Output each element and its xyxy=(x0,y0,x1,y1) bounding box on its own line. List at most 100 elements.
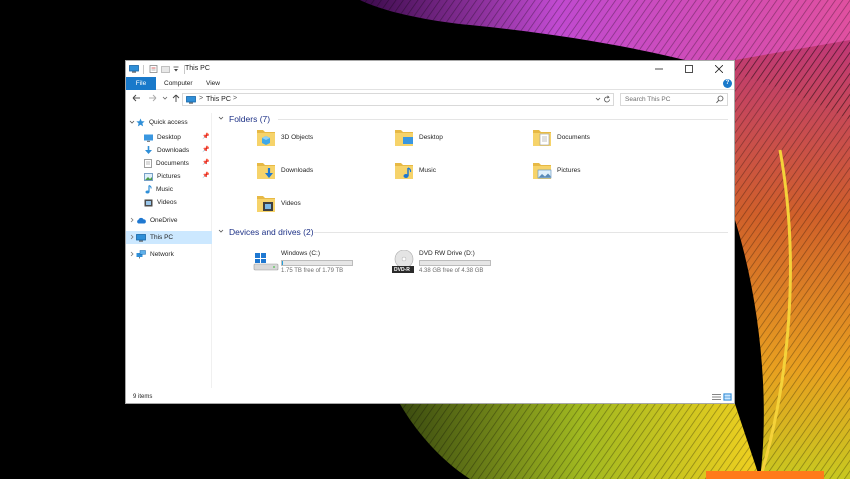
window-title: This PC xyxy=(185,65,210,72)
new-folder-icon[interactable] xyxy=(161,65,170,73)
large-icons-view-icon xyxy=(723,393,732,401)
sidebar-item-music[interactable]: Music xyxy=(144,183,173,196)
pictures-icon xyxy=(144,172,153,181)
drives-group-label: Devices and drives (2) xyxy=(229,227,314,237)
help-button[interactable]: ? xyxy=(723,79,732,88)
folder-desktop[interactable]: Desktop xyxy=(394,126,443,148)
folder-videos[interactable]: Videos xyxy=(256,192,301,214)
pin-icon: 📌 xyxy=(202,160,210,166)
chevron-down-icon xyxy=(162,96,168,100)
forward-arrow-icon xyxy=(148,94,156,102)
breadcrumb-separator[interactable]: > xyxy=(199,95,203,102)
up-button[interactable] xyxy=(171,94,181,104)
sidebar-item-label: Documents xyxy=(156,160,189,167)
maximize-icon xyxy=(685,65,693,73)
file-explorer-window: This PC File Computer View ? > This PC >… xyxy=(125,60,735,404)
sidebar-item-this-pc[interactable]: This PC xyxy=(126,231,212,244)
close-button[interactable] xyxy=(704,61,734,77)
group-divider xyxy=(314,232,728,233)
chevron-right-icon[interactable] xyxy=(128,251,136,259)
folder-label: Videos xyxy=(281,199,301,207)
drive-name: DVD RW Drive (D:) xyxy=(419,250,475,257)
tab-view[interactable]: View xyxy=(198,77,228,90)
sidebar-item-network[interactable]: Network xyxy=(128,248,174,261)
windows-drive-icon xyxy=(253,253,279,271)
drive-free-space: 1.75 TB free of 1.79 TB xyxy=(281,268,344,274)
sidebar-item-quick-access[interactable]: Quick access xyxy=(128,116,188,129)
details-view-icon xyxy=(712,394,721,400)
drive-free-space: 4.38 GB free of 4.38 GB xyxy=(419,268,484,274)
details-view-button[interactable] xyxy=(712,393,721,401)
folder-downloads[interactable]: Downloads xyxy=(256,159,313,181)
chevron-down-icon[interactable] xyxy=(128,119,136,127)
sidebar-item-label: Music xyxy=(156,186,173,193)
back-button[interactable] xyxy=(131,94,141,104)
recent-locations-button[interactable] xyxy=(160,94,170,104)
large-icons-view-button[interactable] xyxy=(723,393,732,401)
search-box[interactable]: Search This PC xyxy=(620,93,728,106)
folder-documents[interactable]: Documents xyxy=(532,126,590,148)
folders-group-header[interactable]: Folders (7) xyxy=(218,113,270,125)
drive-windows-c[interactable]: Windows (C:) 1.75 TB free of 1.79 TB xyxy=(253,250,363,276)
address-dropdown-button[interactable] xyxy=(595,95,601,105)
drive-usage-bar xyxy=(281,260,353,266)
tab-file[interactable]: File xyxy=(126,77,156,90)
drive-name: Windows (C:) xyxy=(281,250,321,257)
sidebar-item-label: Network xyxy=(150,251,174,258)
sidebar-item-documents[interactable]: Documents xyxy=(144,157,189,170)
minimize-button[interactable] xyxy=(644,61,674,77)
minimize-icon xyxy=(655,68,663,70)
breadcrumb-this-pc[interactable]: This PC xyxy=(206,96,231,103)
search-icon[interactable] xyxy=(716,95,724,106)
folder-pictures[interactable]: Pictures xyxy=(532,159,580,181)
drive-usage-fill xyxy=(282,261,284,265)
maximize-button[interactable] xyxy=(674,61,704,77)
chevron-down-icon[interactable] xyxy=(218,115,224,123)
sidebar-item-pictures[interactable]: Pictures xyxy=(144,170,180,183)
chevron-right-icon[interactable] xyxy=(128,217,136,225)
this-pc-icon xyxy=(186,96,196,106)
address-bar[interactable]: > This PC > xyxy=(182,93,614,106)
sidebar-item-desktop[interactable]: Desktop xyxy=(144,131,181,144)
music-folder-icon xyxy=(395,163,413,179)
drives-group-header[interactable]: Devices and drives (2) xyxy=(218,226,314,238)
properties-icon[interactable] xyxy=(149,65,158,73)
folder-music[interactable]: Music xyxy=(394,159,436,181)
breadcrumb-separator[interactable]: > xyxy=(233,95,237,102)
star-icon xyxy=(136,118,145,127)
sidebar-item-videos[interactable]: Videos xyxy=(144,196,177,209)
caption-buttons xyxy=(644,61,734,77)
downloads-folder-icon xyxy=(257,163,275,179)
refresh-button[interactable] xyxy=(603,95,611,106)
folder-label: Desktop xyxy=(419,133,443,141)
folder-label: Downloads xyxy=(281,166,314,174)
forward-button[interactable] xyxy=(147,94,157,104)
sidebar-item-onedrive[interactable]: OneDrive xyxy=(128,214,177,227)
title-bar: This PC xyxy=(126,61,734,77)
tab-computer[interactable]: Computer xyxy=(156,77,201,90)
downloads-icon xyxy=(144,146,153,155)
network-icon xyxy=(136,250,146,259)
quick-access-toolbar xyxy=(129,64,187,74)
cloud-icon xyxy=(136,217,146,224)
refresh-icon xyxy=(604,95,610,103)
sidebar-item-label: Videos xyxy=(157,199,177,206)
folder-label: Documents xyxy=(557,133,590,141)
sidebar-item-label: Pictures xyxy=(157,173,181,180)
group-divider xyxy=(278,119,728,120)
folder-label: Pictures xyxy=(557,166,581,174)
chevron-down-icon[interactable] xyxy=(218,228,224,236)
navigation-bar: > This PC > Search This PC xyxy=(126,91,734,108)
ribbon-tabs: File Computer View ? xyxy=(126,77,734,90)
status-bar: 9 items xyxy=(126,391,734,403)
videos-folder-icon xyxy=(257,196,275,212)
chevron-right-icon[interactable] xyxy=(128,234,136,242)
folder-3d-objects[interactable]: 3D Objects xyxy=(256,126,313,148)
close-icon xyxy=(715,65,723,73)
drive-usage-bar xyxy=(419,260,491,266)
customize-toolbar-icon[interactable] xyxy=(173,65,179,73)
documents-icon xyxy=(144,159,152,168)
sidebar-item-downloads[interactable]: Downloads xyxy=(144,144,189,157)
search-input[interactable]: Search This PC xyxy=(625,96,670,103)
drive-dvd-d[interactable]: DVD-R DVD RW Drive (D:) 4.38 GB free of … xyxy=(391,250,501,276)
